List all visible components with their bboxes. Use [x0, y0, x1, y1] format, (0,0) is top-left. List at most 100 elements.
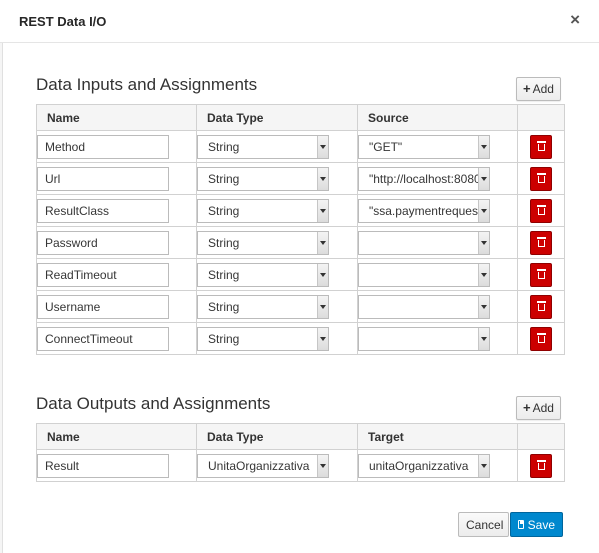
chevron-down-icon: [317, 263, 328, 286]
data-type-select[interactable]: String: [197, 294, 329, 319]
data-type-select[interactable]: String: [197, 230, 329, 255]
table-row: Password String: [36, 226, 565, 259]
save-button[interactable]: Save: [510, 512, 563, 537]
data-type-select[interactable]: String: [197, 134, 329, 159]
trash-icon: [537, 268, 546, 280]
chevron-down-icon: [478, 135, 489, 158]
target-value: unitaOrganizzativa: [369, 458, 469, 473]
dialog-header: REST Data I/O ×: [0, 0, 599, 43]
outputs-section-title: Data Outputs and Assignments: [36, 394, 271, 413]
plus-icon: +: [523, 81, 531, 96]
table-row: Username String: [36, 290, 565, 323]
delete-button[interactable]: [530, 453, 552, 478]
chevron-down-icon: [478, 167, 489, 190]
chevron-down-icon: [478, 263, 489, 286]
inputs-header-source: Source: [357, 104, 518, 131]
dialog-title: REST Data I/O: [19, 14, 107, 29]
source-value: "http://localhost:8080: [369, 171, 481, 186]
name-input[interactable]: Username: [37, 294, 169, 319]
chevron-down-icon: [317, 231, 328, 254]
delete-button[interactable]: [530, 262, 552, 287]
save-icon: [518, 520, 524, 529]
chevron-down-icon: [478, 295, 489, 318]
target-select[interactable]: unitaOrganizzativa: [358, 453, 490, 478]
close-button[interactable]: ×: [570, 11, 580, 29]
chevron-down-icon: [317, 167, 328, 190]
name-input[interactable]: ResultClass: [37, 198, 169, 223]
cancel-label: Cancel: [466, 517, 504, 532]
data-type-value: UnitaOrganizzativa: [208, 458, 310, 473]
backdrop-edge: [0, 0, 3, 553]
table-row: ResultClass String "ssa.paymentrequest: [36, 194, 565, 227]
data-type-select[interactable]: String: [197, 326, 329, 351]
delete-button[interactable]: [530, 326, 552, 351]
inputs-header-type: Data Type: [196, 104, 358, 131]
trash-icon: [537, 332, 546, 344]
source-select[interactable]: "GET": [358, 134, 490, 159]
trash-icon: [537, 236, 546, 248]
trash-icon: [537, 204, 546, 216]
inputs-header-name: Name: [36, 104, 197, 131]
data-type-value: String: [208, 171, 240, 186]
data-type-select[interactable]: String: [197, 198, 329, 223]
add-output-button[interactable]: + Add: [516, 396, 561, 420]
data-type-value: String: [208, 235, 240, 250]
add-input-button[interactable]: + Add: [516, 77, 561, 101]
chevron-down-icon: [478, 199, 489, 222]
name-input[interactable]: ReadTimeout: [37, 262, 169, 287]
cancel-button[interactable]: Cancel: [458, 512, 509, 537]
trash-icon: [537, 140, 546, 152]
data-type-value: String: [208, 267, 240, 282]
delete-button[interactable]: [530, 230, 552, 255]
source-select[interactable]: [358, 294, 490, 319]
table-row: Result UnitaOrganizzativa unitaOrganizza…: [36, 449, 565, 482]
chevron-down-icon: [317, 199, 328, 222]
add-input-label: Add: [532, 82, 554, 96]
delete-button[interactable]: [530, 166, 552, 191]
chevron-down-icon: [317, 135, 328, 158]
chevron-down-icon: [478, 454, 489, 477]
chevron-down-icon: [317, 454, 328, 477]
source-value: "GET": [369, 139, 403, 154]
source-select[interactable]: [358, 262, 490, 287]
name-input[interactable]: ConnectTimeout: [37, 326, 169, 351]
source-select[interactable]: [358, 326, 490, 351]
inputs-section-title: Data Inputs and Assignments: [36, 75, 258, 94]
trash-icon: [537, 459, 546, 471]
source-select[interactable]: "http://localhost:8080: [358, 166, 490, 191]
outputs-header-type: Data Type: [196, 423, 358, 450]
data-type-select[interactable]: String: [197, 166, 329, 191]
save-label: Save: [527, 517, 555, 532]
table-row: Url String "http://localhost:8080: [36, 162, 565, 195]
source-select[interactable]: [358, 230, 490, 255]
inputs-header-actions: [517, 104, 565, 131]
data-type-select[interactable]: UnitaOrganizzativa: [197, 453, 329, 478]
chevron-down-icon: [317, 327, 328, 350]
table-row: ConnectTimeout String: [36, 322, 565, 355]
delete-button[interactable]: [530, 198, 552, 223]
delete-button[interactable]: [530, 294, 552, 319]
table-row: ReadTimeout String: [36, 258, 565, 291]
outputs-header-name: Name: [36, 423, 197, 450]
outputs-header-actions: [517, 423, 565, 450]
add-output-label: Add: [532, 401, 554, 415]
data-type-value: String: [208, 331, 240, 346]
source-select[interactable]: "ssa.paymentrequest: [358, 198, 490, 223]
outputs-header-row: Name Data Type Target: [36, 423, 565, 450]
inputs-header-row: Name Data Type Source: [36, 104, 565, 131]
data-type-value: String: [208, 203, 240, 218]
name-input[interactable]: Password: [37, 230, 169, 255]
data-type-value: String: [208, 139, 240, 154]
name-input[interactable]: Url: [37, 166, 169, 191]
outputs-table: Name Data Type Target Result UnitaOrgani…: [36, 423, 565, 482]
inputs-table: Name Data Type Source Method String "GET…: [36, 104, 565, 355]
chevron-down-icon: [478, 327, 489, 350]
delete-button[interactable]: [530, 134, 552, 159]
name-input[interactable]: Result: [37, 453, 169, 478]
trash-icon: [537, 300, 546, 312]
plus-icon: +: [523, 400, 531, 415]
outputs-header-target: Target: [357, 423, 518, 450]
name-input[interactable]: Method: [37, 134, 169, 159]
table-row: Method String "GET": [36, 130, 565, 163]
data-type-select[interactable]: String: [197, 262, 329, 287]
